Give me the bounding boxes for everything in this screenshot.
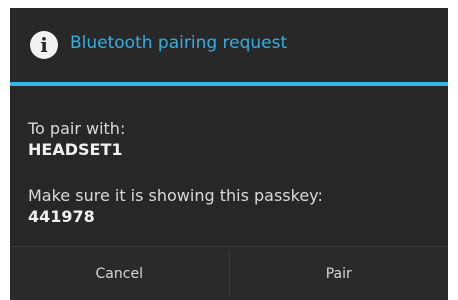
- dialog-body: To pair with: HEADSET1 Make sure it is s…: [10, 86, 448, 246]
- passkey-label: Make sure it is showing this passkey:: [28, 186, 323, 205]
- dialog-title: Bluetooth pairing request: [70, 33, 288, 53]
- button-bar: Cancel Pair: [10, 247, 448, 300]
- dialog-title-bar: i Bluetooth pairing request: [10, 8, 448, 82]
- pair-button[interactable]: Pair: [230, 247, 449, 300]
- passkey-value: 441978: [28, 207, 95, 226]
- info-icon: i: [30, 31, 58, 59]
- cancel-button[interactable]: Cancel: [10, 247, 229, 300]
- bluetooth-pairing-dialog: i Bluetooth pairing request To pair with…: [10, 8, 448, 300]
- pair-with-label: To pair with:: [28, 119, 126, 138]
- device-name: HEADSET1: [28, 140, 123, 159]
